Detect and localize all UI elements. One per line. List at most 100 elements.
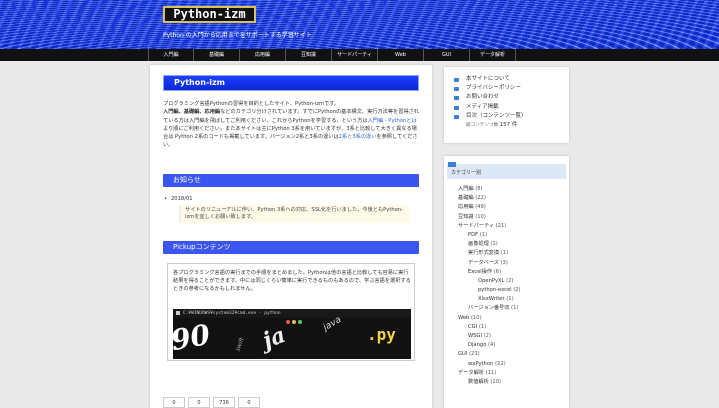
intro-text: プログラミング言語Pythonの習得を目的としたサイト、Python-izmです… — [163, 100, 419, 150]
category-item[interactable]: python-excel (2) — [458, 286, 564, 295]
category-item[interactable]: CGI (1) — [458, 323, 564, 332]
page-title: Python-izm — [163, 75, 419, 91]
content-count: 総コンテンツ数 157 件 — [452, 121, 566, 130]
category-name: python-excel — [478, 287, 514, 294]
category-item[interactable]: Web (10) — [458, 314, 564, 323]
category-count: (22) — [494, 360, 506, 367]
share-counters: 0 0 736 0 — [163, 397, 260, 408]
sidebar-link-3[interactable]: メディア掲載 — [452, 103, 566, 112]
category-count: (4) — [488, 342, 496, 349]
nav-item-2[interactable]: 応用編 — [240, 49, 286, 61]
category-item[interactable]: 実行形式変換 (1) — [458, 249, 564, 258]
category-item[interactable]: PDF (1) — [458, 231, 564, 240]
category-name: PDF — [468, 231, 480, 238]
category-count: (21) — [495, 222, 507, 229]
category-item[interactable]: データベース (3) — [458, 259, 564, 268]
category-count: (1) — [490, 241, 498, 248]
category-count: (1) — [500, 250, 509, 257]
category-item[interactable]: Excel操作 (6) — [458, 268, 564, 277]
category-tag-icon — [448, 162, 456, 167]
intro-line-2: 入門編、基礎編、応用編などのカテゴリ分けされています。すでにPythonの基本構… — [163, 108, 419, 149]
category-count: (10) — [470, 314, 482, 321]
category-item[interactable]: 数値解析 (10) — [458, 378, 564, 387]
nav-item-4[interactable]: サードパーティ — [332, 49, 378, 61]
category-item[interactable]: バージョン番号収 (1) — [458, 304, 564, 313]
sidebar-link-icon — [454, 114, 459, 119]
category-item[interactable]: GUI (23) — [458, 350, 564, 359]
sidebar-link-1[interactable]: プライバシーポリシー — [452, 84, 566, 93]
category-name: Excel操作 — [468, 268, 494, 275]
category-item[interactable]: 応用編 (49) — [458, 203, 564, 212]
category-item[interactable]: サードパーティ (21) — [458, 222, 564, 231]
category-item[interactable]: OpenPyXL (2) — [458, 277, 564, 286]
category-name: 応用編 — [458, 204, 476, 211]
pickup-image[interactable]: C:¥WINDOWS¥system32¥cmd.exe - python 90 … — [173, 309, 411, 359]
category-item[interactable]: 画像処理 (1) — [458, 240, 564, 249]
image-word-py: .py — [367, 325, 396, 344]
category-count: (2) — [483, 333, 491, 339]
window-dots-icon — [286, 320, 302, 324]
category-item[interactable]: データ解析 (11) — [458, 369, 564, 378]
category-item[interactable]: XlsxWriter (1) — [458, 295, 564, 304]
category-count: (1) — [506, 296, 514, 303]
category-item[interactable]: 入門編 (8) — [458, 185, 564, 194]
sidebar-link-icon — [454, 78, 459, 82]
sidebar-link-icon — [454, 105, 459, 110]
category-name: XlsxWriter — [478, 296, 507, 303]
sidebar-link-2[interactable]: お問い合わせ — [452, 93, 566, 102]
category-count: (10) — [475, 213, 486, 220]
category-count: (49) — [475, 204, 486, 211]
image-word-big2: ja — [259, 321, 289, 355]
category-name: 基礎編 — [458, 195, 476, 202]
share-counter-3[interactable]: 0 — [238, 397, 260, 408]
nav-item-0[interactable]: 入門編 — [148, 49, 194, 61]
category-count: (2) — [506, 277, 514, 284]
intro-link-python[interactable]: 入門編 - Pythonとは — [368, 118, 417, 124]
category-count: (10) — [490, 378, 502, 385]
sidebar-link-label: メディア掲載 — [466, 103, 499, 110]
share-counter-2[interactable]: 736 — [213, 397, 235, 408]
nav-item-3[interactable]: 豆知識 — [286, 49, 332, 61]
share-counter-1[interactable]: 0 — [188, 397, 210, 408]
sidebar-info-box: 本サイトについてプライバシーポリシー お問い合わせ メディア掲載目次（コンテンツ一覧… — [444, 67, 569, 143]
nav-item-7[interactable]: データ解析 — [470, 49, 516, 61]
sidebar-link-label: 本サイトについて — [466, 76, 510, 82]
category-count: (2) — [513, 287, 521, 294]
category-name: データ解析 — [458, 369, 486, 376]
category-name: 数値解析 — [468, 378, 491, 385]
news-text: サイトのリニューアルに伴い、Python 3系への対応、SSL化を行いました。今… — [179, 205, 409, 223]
category-name: OpenPyXL — [478, 277, 507, 284]
category-name: サードパーティ — [458, 222, 496, 229]
category-item[interactable]: 基礎編 (22) — [458, 194, 564, 203]
news-heading: お知らせ — [163, 174, 419, 187]
nav-item-1[interactable]: 基礎編 — [194, 49, 240, 61]
global-nav: 入門編 基礎編 応用編 豆知識 サードパーティ Web GUI データ解析 — [0, 49, 719, 61]
category-name: Django — [468, 342, 489, 349]
category-name: wxPython — [468, 360, 495, 367]
category-item[interactable]: wxPython (22) — [458, 360, 564, 369]
site-logo[interactable]: Python-izm — [163, 6, 256, 23]
sidebar-link-0[interactable]: 本サイトについて — [452, 75, 566, 84]
terminal-title: C:¥WINDOWS¥system32¥cmd.exe - python — [173, 309, 411, 318]
category-item[interactable]: 豆知識 (10) — [458, 213, 564, 222]
category-name: データベース — [468, 259, 501, 266]
sidebar-link-4[interactable]: 目次（コンテンツ一覧） — [452, 112, 566, 121]
category-item[interactable]: Django (4) — [458, 341, 564, 350]
image-word-big1: 90 — [173, 317, 213, 358]
nav-item-6[interactable]: GUI — [424, 49, 470, 61]
share-counter-0[interactable]: 0 — [163, 397, 185, 408]
category-count: (1) — [511, 305, 519, 312]
category-name: 豆知識 — [458, 213, 476, 220]
category-heading: カテゴリー別 — [447, 162, 566, 179]
category-count: (23) — [469, 351, 480, 358]
category-name: GUI — [458, 351, 469, 358]
pickup-card[interactable]: 各プログラミング言語の実行までの手順をまとめました。Pythonは他の言語と比較… — [167, 263, 415, 361]
image-word-swift: swift — [234, 336, 246, 353]
sidebar-link-icon — [454, 87, 459, 92]
nav-item-5[interactable]: Web — [378, 49, 424, 61]
intro-link-version[interactable]: 2系と3系の違い — [339, 134, 377, 140]
sidebar-link-icon — [454, 96, 459, 101]
category-item[interactable]: WSGI (2) — [458, 332, 564, 341]
category-heading-label: カテゴリー別 — [451, 170, 482, 176]
category-name: CGI — [468, 323, 479, 330]
